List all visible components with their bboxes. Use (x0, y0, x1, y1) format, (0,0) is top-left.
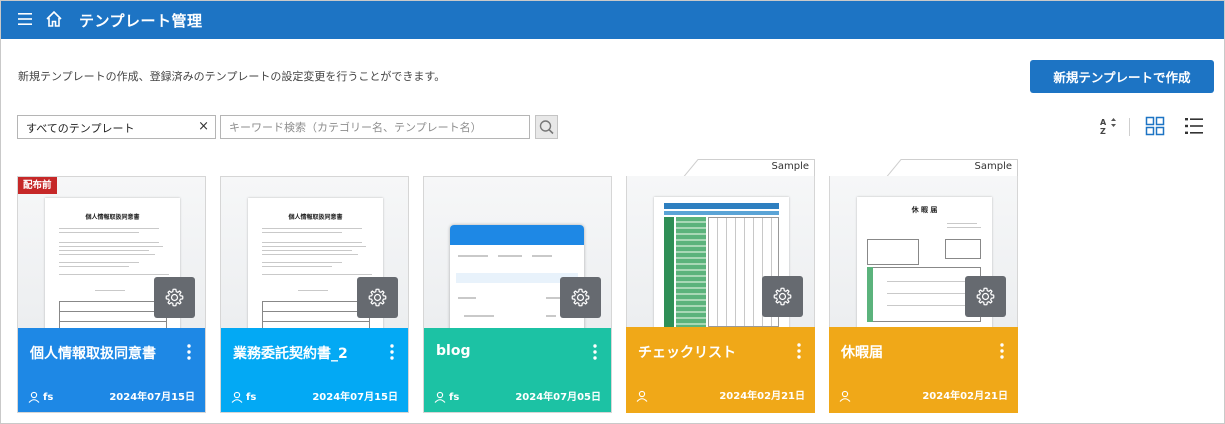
more-options-icon[interactable] (589, 342, 601, 362)
template-settings-button[interactable] (154, 277, 195, 318)
template-card[interactable]: blog fs 2024年07月05日 (423, 176, 612, 413)
gear-icon (773, 287, 792, 306)
create-template-button[interactable]: 新規テンプレートで作成 (1030, 60, 1214, 93)
preview-title: 休 暇 届 (911, 206, 938, 214)
template-card[interactable]: 個人情報取扱同意書 業務委託契約書_2 fs 2024年07月15日 (220, 176, 409, 413)
template-author: fs (449, 392, 460, 403)
template-date: 2024年02月21日 (719, 391, 805, 402)
page-description: 新規テンプレートの作成、登録済みのテンプレートの設定変更を行うことができます。 (18, 70, 446, 83)
category-filter-value: すべてのテンプレート (26, 122, 135, 135)
app-header: テンプレート管理 (1, 1, 1224, 39)
list-view-icon[interactable] (1184, 116, 1204, 136)
template-name: blog (436, 343, 471, 359)
template-info-bar[interactable]: blog fs 2024年07月05日 (424, 328, 611, 412)
toolbar-divider (1129, 118, 1130, 136)
more-options-icon[interactable] (793, 341, 805, 361)
menu-icon[interactable] (17, 11, 33, 27)
gear-icon (571, 288, 590, 307)
template-name: 個人情報取扱同意書 (30, 346, 156, 362)
more-options-icon[interactable] (183, 342, 195, 362)
template-settings-button[interactable] (357, 277, 398, 318)
template-settings-button[interactable] (560, 277, 601, 318)
svg-text:A: A (1100, 118, 1107, 127)
template-date: 2024年02月21日 (922, 391, 1008, 402)
template-info-bar[interactable]: チェックリスト 2024年02月21日 (626, 327, 815, 413)
template-name: チェックリスト (638, 345, 736, 361)
more-options-icon[interactable] (996, 341, 1008, 361)
search-button[interactable] (535, 115, 558, 139)
user-icon (28, 391, 40, 403)
gear-icon (368, 288, 387, 307)
more-options-icon[interactable] (386, 342, 398, 362)
template-author: fs (246, 392, 257, 403)
template-info-bar[interactable]: 個人情報取扱同意書 fs 2024年07月15日 (18, 328, 205, 412)
template-date: 2024年07月15日 (312, 392, 398, 403)
user-icon (636, 390, 648, 402)
sample-label: Sample (974, 161, 1013, 172)
user-icon (839, 390, 851, 402)
sample-label: Sample (771, 161, 810, 172)
clear-filter-icon[interactable]: × (198, 119, 209, 134)
category-filter[interactable]: すべてのテンプレート × (17, 115, 216, 139)
template-author: fs (43, 392, 54, 403)
template-settings-button[interactable] (762, 276, 803, 317)
status-badge: 配布前 (18, 177, 57, 194)
search-input[interactable] (220, 115, 530, 139)
template-date: 2024年07月05日 (515, 392, 601, 403)
page-title: テンプレート管理 (79, 12, 203, 30)
preview-title: 個人情報取扱同意書 (85, 214, 140, 221)
preview-title: 個人情報取扱同意書 (288, 214, 343, 221)
template-card[interactable]: Sample 休 暇 届 休暇届 2024年02月21日 (829, 159, 1018, 413)
gear-icon (165, 288, 184, 307)
template-info-bar[interactable]: 休暇届 2024年02月21日 (829, 327, 1018, 413)
sort-az-icon[interactable]: AZ (1098, 116, 1118, 136)
template-name: 業務委託契約書_2 (233, 346, 348, 362)
grid-view-icon[interactable] (1145, 116, 1165, 136)
template-settings-button[interactable] (965, 276, 1006, 317)
search-icon (539, 120, 554, 135)
home-icon[interactable] (45, 10, 63, 28)
user-icon (434, 391, 446, 403)
gear-icon (976, 287, 995, 306)
svg-text:Z: Z (1100, 127, 1106, 136)
template-card[interactable]: 個人情報取扱同意書 配布前 個人情報取扱同意書 fs 2024年07月15日 (17, 176, 206, 413)
template-name: 休暇届 (841, 345, 883, 361)
template-card[interactable]: Sample チェックリスト 2024年02月21日 (626, 159, 815, 413)
user-icon (231, 391, 243, 403)
template-date: 2024年07月15日 (109, 392, 195, 403)
template-info-bar[interactable]: 業務委託契約書_2 fs 2024年07月15日 (221, 328, 408, 412)
